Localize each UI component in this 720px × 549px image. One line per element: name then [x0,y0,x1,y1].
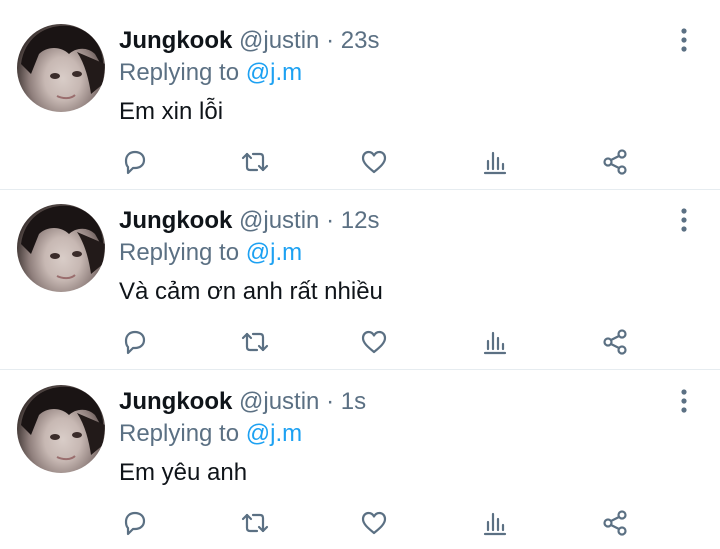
like-button[interactable] [359,327,389,357]
tweet-header: Jungkook @justin · 12s [119,206,379,236]
analytics-button[interactable] [480,508,510,538]
mention-link[interactable]: @j.m [246,420,302,447]
tweet-header: Jungkook @justin · 1s [119,387,366,417]
reply-button[interactable] [120,147,150,177]
timestamp[interactable]: 23s [341,27,380,54]
like-button[interactable] [359,147,389,177]
timestamp[interactable]: 12s [341,207,380,234]
user-handle[interactable]: @justin [239,207,319,234]
more-options-button[interactable] [670,26,698,54]
mention-link[interactable]: @j.m [246,59,302,86]
analytics-icon [483,512,507,536]
analytics-icon [483,151,507,175]
reply-button[interactable] [120,508,150,538]
heart-icon [361,330,387,354]
replying-to: Replying to @j.m [119,58,302,88]
tweet-text: Em xin lỗi [119,98,224,125]
tweet-actions [0,508,720,538]
avatar[interactable] [17,385,105,473]
reply-icon [124,150,146,175]
avatar[interactable] [17,24,105,112]
more-options-button[interactable] [670,387,698,415]
share-button[interactable] [600,147,630,177]
replying-to-label: Replying to [119,420,240,447]
tweet[interactable]: Jungkook @justin · 23s Replying to @j.m … [0,10,720,190]
separator-dot: · [326,388,335,415]
user-handle[interactable]: @justin [239,388,319,415]
retweet-button[interactable] [240,508,270,538]
tweet-text: Em yêu anh [119,459,248,486]
timestamp[interactable]: 1s [341,388,366,415]
reply-button[interactable] [120,327,150,357]
retweet-icon [241,152,269,172]
like-button[interactable] [359,508,389,538]
share-icon [603,329,627,355]
share-button[interactable] [600,327,630,357]
more-vertical-icon [681,28,687,52]
analytics-button[interactable] [480,327,510,357]
retweet-icon [241,513,269,533]
analytics-icon [483,331,507,355]
replying-to-label: Replying to [119,59,240,86]
more-vertical-icon [681,208,687,232]
avatar[interactable] [17,204,105,292]
heart-icon [361,150,387,174]
retweet-button[interactable] [240,327,270,357]
mention-link[interactable]: @j.m [246,239,302,266]
display-name[interactable]: Jungkook [119,207,232,234]
divider [0,369,720,370]
replying-to: Replying to @j.m [119,238,302,268]
replying-to: Replying to @j.m [119,419,302,449]
share-icon [603,149,627,175]
tweet-text: Và cảm ơn anh rất nhiều [119,278,383,305]
more-options-button[interactable] [670,206,698,234]
tweet-header: Jungkook @justin · 23s [119,26,379,56]
tweet-actions [0,147,720,177]
separator-dot: · [326,27,335,54]
tweet[interactable]: Jungkook @justin · 1s Replying to @j.m E… [0,371,720,549]
share-icon [603,510,627,536]
heart-icon [361,511,387,535]
avatar-photo [21,205,105,280]
reply-icon [124,330,146,355]
display-name[interactable]: Jungkook [119,27,232,54]
separator-dot: · [326,207,335,234]
share-button[interactable] [600,508,630,538]
replying-to-label: Replying to [119,239,240,266]
user-handle[interactable]: @justin [239,27,319,54]
retweet-icon [241,332,269,352]
retweet-button[interactable] [240,147,270,177]
avatar-photo [21,386,105,461]
tweet[interactable]: Jungkook @justin · 12s Replying to @j.m … [0,190,720,370]
display-name[interactable]: Jungkook [119,388,232,415]
avatar-photo [21,25,105,100]
more-vertical-icon [681,389,687,413]
tweet-actions [0,327,720,357]
analytics-button[interactable] [480,147,510,177]
reply-icon [124,511,146,536]
